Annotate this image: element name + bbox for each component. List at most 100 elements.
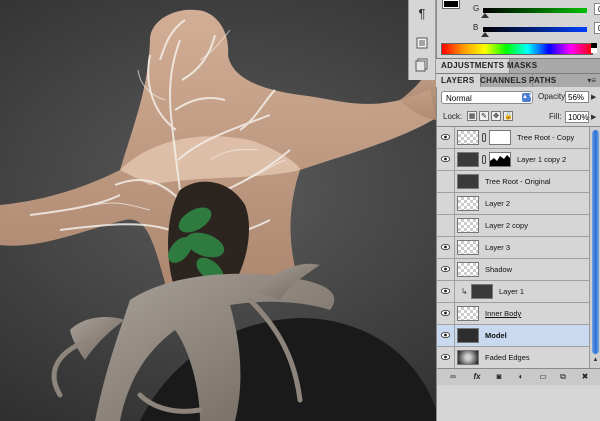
layer-thumbnail[interactable] bbox=[457, 350, 479, 365]
layer-name[interactable]: Layer 2 bbox=[485, 193, 510, 214]
visibility-toggle[interactable] bbox=[437, 303, 455, 324]
fill-field[interactable]: 100% bbox=[565, 111, 589, 123]
fx-icon[interactable]: fx bbox=[471, 371, 483, 383]
link-icon[interactable]: ∞ bbox=[447, 371, 459, 383]
layer-mask-thumbnail[interactable] bbox=[489, 152, 511, 167]
adjustment-icon[interactable]: ◐ bbox=[515, 371, 527, 383]
layer-name[interactable]: Layer 2 copy bbox=[485, 215, 528, 236]
layer-name[interactable]: Model bbox=[485, 325, 507, 346]
visibility-toggle[interactable] bbox=[437, 347, 455, 368]
visibility-toggle[interactable] bbox=[437, 237, 455, 258]
actions-glyph bbox=[415, 58, 428, 72]
visibility-toggle[interactable] bbox=[437, 281, 455, 302]
layer-mask-thumbnail[interactable] bbox=[489, 130, 511, 145]
folder-icon[interactable]: ▭ bbox=[537, 371, 549, 383]
opacity-arrow-icon[interactable]: ▶ bbox=[591, 93, 596, 101]
color-panel: G 0 B 0 bbox=[436, 0, 600, 58]
lock-transparency-icon[interactable]: ▦ bbox=[467, 111, 477, 121]
layer-thumbnail[interactable] bbox=[457, 262, 479, 277]
layer-thumbnail[interactable] bbox=[457, 152, 479, 167]
layer-thumbnail[interactable] bbox=[457, 306, 479, 321]
visibility-toggle[interactable] bbox=[437, 325, 455, 346]
visibility-toggle[interactable] bbox=[437, 215, 455, 236]
mask-link-icon[interactable] bbox=[482, 155, 486, 164]
green-slider-track[interactable] bbox=[483, 8, 587, 13]
visibility-toggle[interactable] bbox=[437, 149, 455, 170]
visibility-toggle[interactable] bbox=[437, 259, 455, 280]
layer-row[interactable]: Tree Root - Copy bbox=[437, 127, 589, 149]
layers-scrollbar[interactable]: ▲ bbox=[589, 126, 600, 368]
layer-row[interactable]: Layer 3 bbox=[437, 237, 589, 259]
blend-mode-select[interactable]: Normal ▲▼ bbox=[441, 91, 534, 104]
layer-row[interactable]: Faded Edges bbox=[437, 347, 589, 369]
layer-thumbnail[interactable] bbox=[471, 284, 493, 299]
layer-row[interactable]: Model bbox=[437, 325, 589, 347]
green-slider-thumb[interactable] bbox=[481, 13, 489, 18]
blue-slider-track[interactable] bbox=[483, 27, 587, 32]
green-label: G bbox=[473, 4, 480, 13]
new-layer-icon[interactable]: ⧉ bbox=[557, 371, 569, 383]
actions-icon[interactable] bbox=[413, 56, 431, 74]
tab-masks[interactable]: MASKS bbox=[502, 59, 542, 73]
black-white-swatches[interactable] bbox=[591, 43, 597, 53]
layer-thumbnail[interactable] bbox=[457, 174, 479, 189]
collapsed-panel-dock: ¶ bbox=[408, 0, 436, 80]
green-value-field[interactable]: 0 bbox=[594, 3, 600, 15]
layer-name[interactable]: Inner Body bbox=[485, 303, 521, 324]
panel-menu-icon[interactable]: ▾≡ bbox=[587, 76, 596, 85]
lock-pixels-icon[interactable]: ✎ bbox=[479, 111, 489, 121]
mask-icon[interactable]: ◙ bbox=[493, 371, 505, 383]
layer-name[interactable]: Layer 3 bbox=[485, 237, 510, 258]
layer-name[interactable]: Layer 1 bbox=[499, 281, 524, 302]
layer-name[interactable]: Tree Root - Original bbox=[485, 171, 551, 192]
adjustments-tabbar: ADJUSTMENTS MASKS bbox=[436, 58, 600, 74]
eye-icon bbox=[441, 310, 450, 316]
opacity-field[interactable]: 56% bbox=[565, 91, 589, 103]
opacity-label: Opacity: bbox=[538, 92, 568, 101]
lock-position-icon[interactable]: ✥ bbox=[491, 111, 501, 121]
layer-thumbnail[interactable] bbox=[457, 218, 479, 233]
layer-name[interactable]: Tree Root - Copy bbox=[517, 127, 574, 148]
layer-row[interactable]: Layer 1 copy 2 bbox=[437, 149, 589, 171]
mask-link-icon[interactable] bbox=[482, 133, 486, 142]
tab-layers[interactable]: LAYERS bbox=[436, 74, 481, 88]
scroll-up-icon[interactable]: ▲ bbox=[592, 357, 599, 364]
layer-thumbnail[interactable] bbox=[457, 130, 479, 145]
paragraph-glyph: ¶ bbox=[418, 5, 426, 21]
eye-icon bbox=[441, 288, 450, 294]
layer-row[interactable]: ↳ Layer 1 bbox=[437, 281, 589, 303]
layer-thumbnail[interactable] bbox=[457, 328, 479, 343]
visibility-toggle[interactable] bbox=[437, 127, 455, 148]
paragraph-panel-icon[interactable]: ¶ bbox=[413, 4, 431, 22]
layer-row[interactable]: Tree Root - Original bbox=[437, 171, 589, 193]
layer-name[interactable]: Faded Edges bbox=[485, 347, 530, 368]
eye-icon bbox=[441, 266, 450, 272]
visibility-toggle[interactable] bbox=[437, 171, 455, 192]
blue-slider-thumb[interactable] bbox=[481, 32, 489, 37]
fill-label: Fill: bbox=[549, 112, 562, 121]
blue-label: B bbox=[473, 23, 479, 32]
layers-scroll-thumb[interactable] bbox=[592, 130, 599, 354]
layer-row[interactable]: Layer 2 copy bbox=[437, 215, 589, 237]
layer-thumbnail[interactable] bbox=[457, 240, 479, 255]
layer-row[interactable]: Layer 2 bbox=[437, 193, 589, 215]
trash-icon[interactable]: ✖ bbox=[579, 371, 591, 383]
tab-paths[interactable]: PATHS bbox=[524, 74, 561, 88]
lock-all-icon[interactable]: 🔒 bbox=[503, 111, 513, 121]
layer-thumbnail[interactable] bbox=[457, 196, 479, 211]
layers-bottom-bar: ∞ fx ◙ ◐ ▭ ⧉ ✖ bbox=[437, 368, 600, 385]
layer-name[interactable]: Shadow bbox=[485, 259, 512, 280]
layer-row[interactable]: Inner Body bbox=[437, 303, 589, 325]
history-icon[interactable] bbox=[413, 34, 431, 52]
blue-value-field[interactable]: 0 bbox=[594, 22, 600, 34]
tab-adjustments[interactable]: ADJUSTMENTS bbox=[436, 59, 511, 73]
eye-icon bbox=[441, 134, 450, 140]
fill-arrow-icon[interactable]: ▶ bbox=[591, 113, 596, 121]
color-spectrum-bar[interactable] bbox=[441, 43, 593, 55]
visibility-toggle[interactable] bbox=[437, 193, 455, 214]
layer-name[interactable]: Layer 1 copy 2 bbox=[517, 149, 566, 170]
foreground-color-swatch[interactable] bbox=[442, 0, 460, 9]
layer-row[interactable]: Shadow bbox=[437, 259, 589, 281]
eye-icon bbox=[441, 244, 450, 250]
eye-icon bbox=[441, 156, 450, 162]
